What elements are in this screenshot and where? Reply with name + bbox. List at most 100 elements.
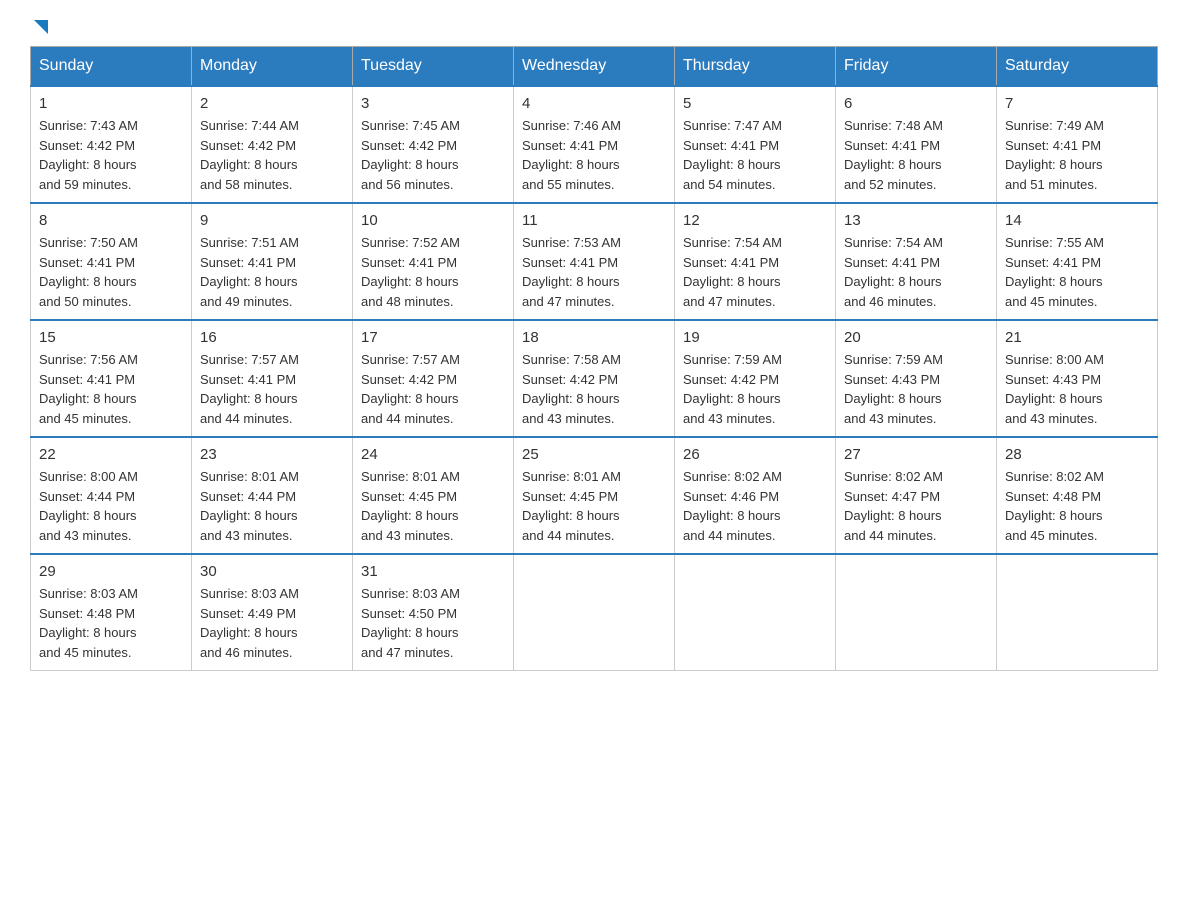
calendar-cell: 6 Sunrise: 7:48 AMSunset: 4:41 PMDaylight… (836, 86, 997, 203)
calendar-cell: 24 Sunrise: 8:01 AMSunset: 4:45 PMDayligh… (353, 437, 514, 554)
day-info: Sunrise: 8:01 AMSunset: 4:45 PMDaylight:… (361, 469, 460, 543)
calendar-cell: 1Sunrise: 7:43 AMSunset: 4:42 PMDaylight… (31, 86, 192, 203)
day-number: 9 (200, 212, 344, 229)
logo-blue-row (30, 20, 50, 36)
calendar-cell: 26 Sunrise: 8:02 AMSunset: 4:46 PMDayligh… (675, 437, 836, 554)
day-number: 4 (522, 95, 666, 112)
calendar-week-row: 22Sunrise: 8:00 AMSunset: 4:44 PMDayligh… (31, 437, 1158, 554)
day-number: 21 (1005, 329, 1149, 346)
day-number: 8 (39, 212, 183, 229)
day-number: 1 (39, 95, 183, 112)
calendar-cell: 28 Sunrise: 8:02 AMSunset: 4:48 PMDayligh… (997, 437, 1158, 554)
logo (30, 20, 50, 36)
day-number: 7 (1005, 95, 1149, 112)
day-number: 25 (522, 446, 666, 463)
calendar-cell: 31 Sunrise: 8:03 AMSunset: 4:50 PMDayligh… (353, 554, 514, 671)
day-info: Sunrise: 8:01 AMSunset: 4:44 PMDaylight:… (200, 469, 299, 543)
day-info: Sunrise: 7:54 AMSunset: 4:41 PMDaylight:… (683, 235, 782, 309)
day-number: 17 (361, 329, 505, 346)
day-info: Sunrise: 7:52 AMSunset: 4:41 PMDaylight:… (361, 235, 460, 309)
day-info: Sunrise: 8:02 AMSunset: 4:48 PMDaylight:… (1005, 469, 1104, 543)
day-info: Sunrise: 7:56 AMSunset: 4:41 PMDaylight:… (39, 352, 138, 426)
day-info: Sunrise: 7:57 AMSunset: 4:42 PMDaylight:… (361, 352, 460, 426)
day-number: 31 (361, 563, 505, 580)
day-info: Sunrise: 7:51 AMSunset: 4:41 PMDaylight:… (200, 235, 299, 309)
day-number: 27 (844, 446, 988, 463)
day-number: 18 (522, 329, 666, 346)
calendar-cell (997, 554, 1158, 671)
day-info: Sunrise: 7:55 AMSunset: 4:41 PMDaylight:… (1005, 235, 1104, 309)
day-info: Sunrise: 7:49 AMSunset: 4:41 PMDaylight:… (1005, 118, 1104, 192)
day-header-tuesday: Tuesday (353, 47, 514, 87)
calendar-cell: 30 Sunrise: 8:03 AMSunset: 4:49 PMDayligh… (192, 554, 353, 671)
day-info: Sunrise: 7:44 AMSunset: 4:42 PMDaylight:… (200, 118, 299, 192)
calendar-cell: 7 Sunrise: 7:49 AMSunset: 4:41 PMDaylight… (997, 86, 1158, 203)
logo-triangle-icon (32, 18, 50, 36)
day-info: Sunrise: 8:02 AMSunset: 4:47 PMDaylight:… (844, 469, 943, 543)
calendar-cell: 5Sunrise: 7:47 AMSunset: 4:41 PMDaylight… (675, 86, 836, 203)
day-number: 6 (844, 95, 988, 112)
day-number: 16 (200, 329, 344, 346)
day-number: 2 (200, 95, 344, 112)
day-number: 29 (39, 563, 183, 580)
calendar-cell: 14 Sunrise: 7:55 AMSunset: 4:41 PMDayligh… (997, 203, 1158, 320)
calendar-cell: 4 Sunrise: 7:46 AMSunset: 4:41 PMDaylight… (514, 86, 675, 203)
calendar-week-row: 1Sunrise: 7:43 AMSunset: 4:42 PMDaylight… (31, 86, 1158, 203)
day-info: Sunrise: 8:03 AMSunset: 4:49 PMDaylight:… (200, 586, 299, 660)
calendar-header-row: SundayMondayTuesdayWednesdayThursdayFrid… (31, 47, 1158, 87)
calendar-week-row: 8Sunrise: 7:50 AMSunset: 4:41 PMDaylight… (31, 203, 1158, 320)
day-info: Sunrise: 7:54 AMSunset: 4:41 PMDaylight:… (844, 235, 943, 309)
calendar-cell: 10 Sunrise: 7:52 AMSunset: 4:41 PMDayligh… (353, 203, 514, 320)
calendar-cell: 19Sunrise: 7:59 AMSunset: 4:42 PMDayligh… (675, 320, 836, 437)
calendar-cell: 25 Sunrise: 8:01 AMSunset: 4:45 PMDayligh… (514, 437, 675, 554)
day-info: Sunrise: 8:01 AMSunset: 4:45 PMDaylight:… (522, 469, 621, 543)
calendar-cell: 13 Sunrise: 7:54 AMSunset: 4:41 PMDayligh… (836, 203, 997, 320)
day-number: 26 (683, 446, 827, 463)
calendar-cell (836, 554, 997, 671)
day-number: 10 (361, 212, 505, 229)
calendar-cell (675, 554, 836, 671)
day-info: Sunrise: 7:48 AMSunset: 4:41 PMDaylight:… (844, 118, 943, 192)
day-header-thursday: Thursday (675, 47, 836, 87)
calendar-cell: 8Sunrise: 7:50 AMSunset: 4:41 PMDaylight… (31, 203, 192, 320)
day-info: Sunrise: 7:45 AMSunset: 4:42 PMDaylight:… (361, 118, 460, 192)
day-number: 15 (39, 329, 183, 346)
calendar-cell: 16 Sunrise: 7:57 AMSunset: 4:41 PMDayligh… (192, 320, 353, 437)
calendar-cell: 2 Sunrise: 7:44 AMSunset: 4:42 PMDaylight… (192, 86, 353, 203)
calendar-cell: 17 Sunrise: 7:57 AMSunset: 4:42 PMDayligh… (353, 320, 514, 437)
day-header-sunday: Sunday (31, 47, 192, 87)
day-info: Sunrise: 7:57 AMSunset: 4:41 PMDaylight:… (200, 352, 299, 426)
calendar-cell: 9 Sunrise: 7:51 AMSunset: 4:41 PMDaylight… (192, 203, 353, 320)
calendar-cell: 11 Sunrise: 7:53 AMSunset: 4:41 PMDayligh… (514, 203, 675, 320)
day-info: Sunrise: 8:03 AMSunset: 4:48 PMDaylight:… (39, 586, 138, 660)
day-number: 24 (361, 446, 505, 463)
day-header-saturday: Saturday (997, 47, 1158, 87)
calendar-table: SundayMondayTuesdayWednesdayThursdayFrid… (30, 46, 1158, 671)
day-info: Sunrise: 7:47 AMSunset: 4:41 PMDaylight:… (683, 118, 782, 192)
day-info: Sunrise: 8:00 AMSunset: 4:43 PMDaylight:… (1005, 352, 1104, 426)
day-info: Sunrise: 8:03 AMSunset: 4:50 PMDaylight:… (361, 586, 460, 660)
page-header (30, 20, 1158, 36)
calendar-week-row: 15 Sunrise: 7:56 AMSunset: 4:41 PMDayligh… (31, 320, 1158, 437)
day-info: Sunrise: 7:59 AMSunset: 4:42 PMDaylight:… (683, 352, 782, 426)
day-header-wednesday: Wednesday (514, 47, 675, 87)
day-number: 28 (1005, 446, 1149, 463)
calendar-cell: 20Sunrise: 7:59 AMSunset: 4:43 PMDayligh… (836, 320, 997, 437)
day-header-friday: Friday (836, 47, 997, 87)
day-info: Sunrise: 7:46 AMSunset: 4:41 PMDaylight:… (522, 118, 621, 192)
day-number: 13 (844, 212, 988, 229)
day-info: Sunrise: 8:02 AMSunset: 4:46 PMDaylight:… (683, 469, 782, 543)
day-info: Sunrise: 7:58 AMSunset: 4:42 PMDaylight:… (522, 352, 621, 426)
day-number: 3 (361, 95, 505, 112)
calendar-cell (514, 554, 675, 671)
day-number: 30 (200, 563, 344, 580)
calendar-cell: 3 Sunrise: 7:45 AMSunset: 4:42 PMDaylight… (353, 86, 514, 203)
calendar-cell: 29 Sunrise: 8:03 AMSunset: 4:48 PMDayligh… (31, 554, 192, 671)
calendar-cell: 21 Sunrise: 8:00 AMSunset: 4:43 PMDayligh… (997, 320, 1158, 437)
calendar-cell: 22Sunrise: 8:00 AMSunset: 4:44 PMDayligh… (31, 437, 192, 554)
day-header-monday: Monday (192, 47, 353, 87)
day-number: 11 (522, 212, 666, 229)
day-info: Sunrise: 7:53 AMSunset: 4:41 PMDaylight:… (522, 235, 621, 309)
calendar-cell: 12Sunrise: 7:54 AMSunset: 4:41 PMDayligh… (675, 203, 836, 320)
day-number: 14 (1005, 212, 1149, 229)
